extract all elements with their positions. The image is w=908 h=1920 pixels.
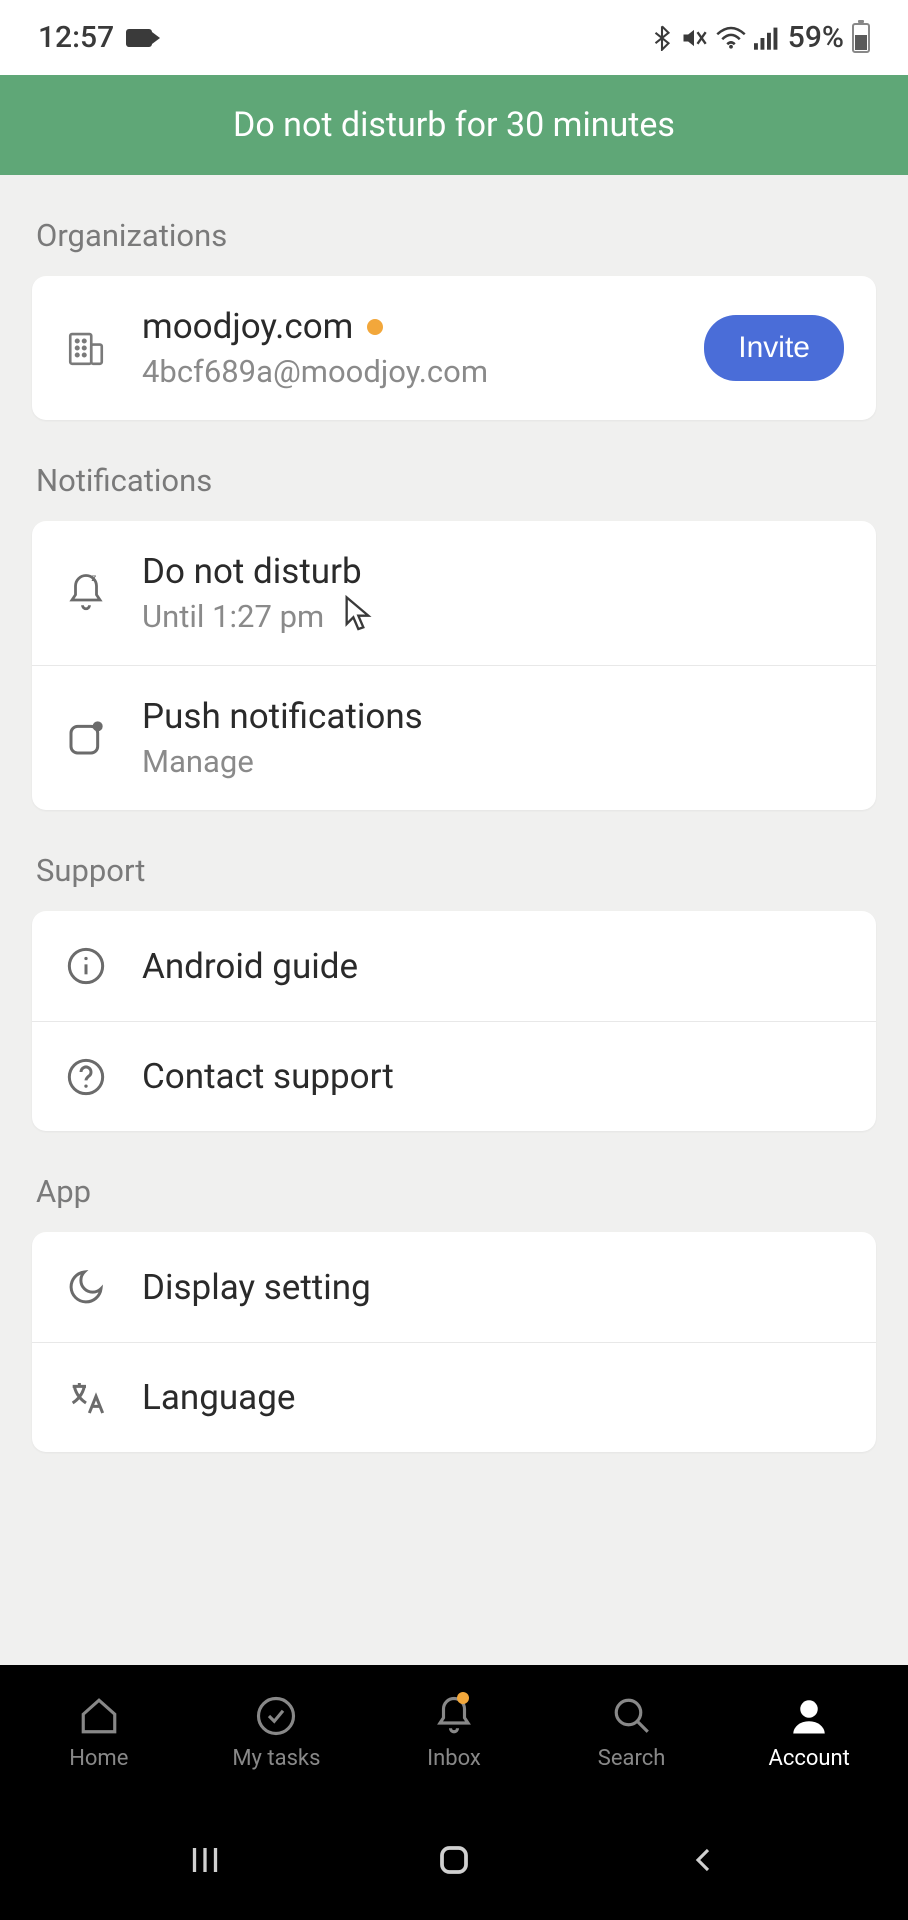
notification-badge-icon (64, 716, 108, 760)
support-card: Android guide Contact support (32, 911, 876, 1131)
system-nav-bar (0, 1800, 908, 1920)
nav-tasks[interactable]: My tasks (206, 1694, 346, 1771)
org-email: 4bcf689a@moodjoy.com (142, 353, 704, 390)
home-button[interactable] (424, 1830, 484, 1890)
org-name: moodjoy.com (142, 306, 353, 347)
person-icon (788, 1694, 830, 1738)
nav-account-label: Account (768, 1746, 849, 1771)
question-icon (64, 1055, 108, 1099)
language-item[interactable]: Language (32, 1342, 876, 1452)
nav-home-label: Home (69, 1746, 128, 1771)
bell-snooze-icon: z (64, 571, 108, 615)
nav-tasks-label: My tasks (232, 1746, 320, 1771)
push-subtitle: Manage (142, 743, 844, 780)
display-title: Display setting (142, 1267, 844, 1308)
bluetooth-icon (652, 25, 672, 51)
mute-icon (680, 25, 708, 51)
search-icon (611, 1694, 653, 1738)
bottom-nav: Home My tasks Inbox Search Account (0, 1665, 908, 1800)
svg-text:z: z (91, 572, 96, 584)
org-status-dot-icon (367, 319, 383, 335)
wifi-icon (716, 26, 746, 50)
battery-icon (852, 23, 870, 53)
nav-inbox-label: Inbox (427, 1746, 481, 1771)
dnd-banner-text: Do not disturb for 30 minutes (233, 105, 675, 145)
recents-button[interactable] (175, 1830, 235, 1890)
app-card: Display setting Language (32, 1232, 876, 1452)
do-not-disturb-item[interactable]: z Do not disturb Until 1:27 pm (32, 521, 876, 665)
bell-icon (433, 1694, 475, 1738)
contact-title: Contact support (142, 1056, 844, 1097)
inbox-badge-icon (457, 1692, 469, 1704)
status-bar: 12:57 59% (0, 0, 908, 75)
guide-title: Android guide (142, 946, 844, 987)
nav-account[interactable]: Account (739, 1694, 879, 1771)
push-notifications-item[interactable]: Push notifications Manage (32, 665, 876, 810)
nav-search-label: Search (598, 1746, 666, 1771)
dnd-title: Do not disturb (142, 551, 844, 592)
home-icon (78, 1694, 120, 1738)
building-icon (64, 326, 108, 370)
nav-home[interactable]: Home (29, 1694, 169, 1771)
section-header-organizations: Organizations (0, 175, 908, 276)
nav-search[interactable]: Search (562, 1694, 702, 1771)
nav-inbox[interactable]: Inbox (384, 1694, 524, 1771)
status-time: 12:57 (38, 20, 114, 55)
language-icon (64, 1376, 108, 1420)
check-circle-icon (255, 1694, 297, 1738)
android-guide-item[interactable]: Android guide (32, 911, 876, 1021)
section-header-support: Support (0, 810, 908, 911)
language-title: Language (142, 1377, 844, 1418)
back-button[interactable] (673, 1830, 733, 1890)
battery-percent: 59% (788, 20, 844, 55)
section-header-notifications: Notifications (0, 420, 908, 521)
display-setting-item[interactable]: Display setting (32, 1232, 876, 1342)
signal-icon (754, 26, 780, 50)
moon-icon (64, 1265, 108, 1309)
notifications-card: z Do not disturb Until 1:27 pm Push noti… (32, 521, 876, 810)
organizations-card: moodjoy.com 4bcf689a@moodjoy.com Invite (32, 276, 876, 420)
status-icons: 59% (652, 20, 870, 55)
contact-support-item[interactable]: Contact support (32, 1021, 876, 1131)
invite-button[interactable]: Invite (704, 315, 844, 381)
video-recording-icon (126, 29, 152, 47)
section-header-app: App (0, 1131, 908, 1232)
info-icon (64, 944, 108, 988)
push-title: Push notifications (142, 696, 844, 737)
settings-content: Organizations moodjoy.com 4bcf689a@moodj… (0, 175, 908, 1665)
dnd-subtitle: Until 1:27 pm (142, 598, 844, 635)
dnd-banner[interactable]: Do not disturb for 30 minutes (0, 75, 908, 175)
organization-item[interactable]: moodjoy.com 4bcf689a@moodjoy.com Invite (32, 276, 876, 420)
